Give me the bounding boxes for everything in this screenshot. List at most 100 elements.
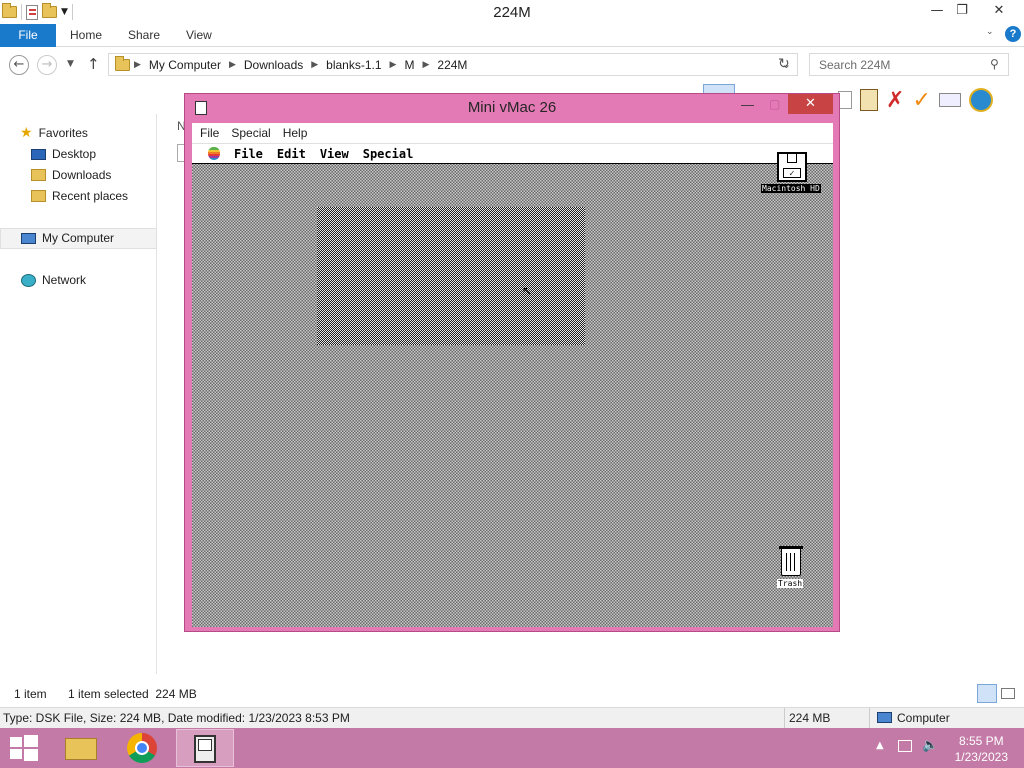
mac-menu-special[interactable]: Special bbox=[363, 147, 414, 161]
show-hidden-icons[interactable]: ▲ bbox=[876, 740, 884, 751]
document-icon[interactable] bbox=[838, 91, 852, 109]
delete-icon[interactable]: ✗ bbox=[886, 88, 904, 113]
nav-network[interactable]: Network bbox=[21, 273, 86, 287]
file-explorer-icon bbox=[65, 738, 97, 760]
recent-places-icon bbox=[31, 190, 46, 202]
clock-date: 1/23/2023 bbox=[954, 750, 1008, 764]
tab-file[interactable]: File bbox=[0, 24, 56, 47]
mac-menu-file[interactable]: File bbox=[234, 147, 263, 161]
taskbar-chrome[interactable] bbox=[114, 729, 172, 767]
back-button[interactable]: ← bbox=[9, 55, 29, 75]
tab-view[interactable]: View bbox=[186, 24, 212, 47]
details-view-icon[interactable] bbox=[977, 684, 997, 703]
restore-button[interactable]: ❐ bbox=[947, 0, 977, 22]
details-bar: Type: DSK File, Size: 224 MB, Date modif… bbox=[0, 707, 1024, 728]
rename-icon[interactable] bbox=[938, 93, 961, 107]
taskbar-explorer[interactable] bbox=[53, 729, 111, 767]
mac-menu-view[interactable]: View bbox=[320, 147, 349, 161]
chevron-right-icon[interactable]: ▶ bbox=[130, 60, 145, 70]
vmac-menu-help[interactable]: Help bbox=[283, 126, 308, 140]
mac-window-opening[interactable] bbox=[317, 207, 585, 345]
nav-desktop[interactable]: Desktop bbox=[31, 147, 96, 161]
trash-label[interactable]: Trash bbox=[777, 579, 804, 588]
expand-ribbon-icon[interactable]: ⌄ bbox=[986, 27, 994, 37]
globe-icon[interactable] bbox=[968, 88, 993, 112]
size-info: 224 MB bbox=[789, 711, 831, 725]
vmac-minimize-button[interactable]: — bbox=[741, 97, 754, 112]
nav-favorites-label: Favorites bbox=[38, 126, 88, 140]
crumb-my-computer[interactable]: My Computer bbox=[145, 58, 225, 72]
location-folder-icon bbox=[115, 55, 130, 71]
apple-icon[interactable] bbox=[208, 147, 220, 160]
nav-favorites[interactable]: ★ Favorites bbox=[20, 125, 88, 141]
win-pane bbox=[24, 749, 38, 761]
refresh-icon[interactable]: ↻ bbox=[778, 56, 790, 72]
crumb-224m[interactable]: 224M bbox=[433, 58, 471, 72]
nav-downloads[interactable]: Downloads bbox=[31, 168, 111, 182]
forward-button[interactable]: → bbox=[37, 55, 57, 75]
computer-icon bbox=[21, 232, 36, 244]
crumb-downloads[interactable]: Downloads bbox=[240, 58, 307, 72]
start-windows-icon[interactable] bbox=[10, 735, 38, 761]
vmac-menu-file[interactable]: File bbox=[200, 126, 219, 140]
search-input[interactable]: Search 224M bbox=[809, 53, 1009, 76]
tab-share[interactable]: Share bbox=[128, 24, 160, 47]
desktop-icon bbox=[31, 148, 46, 160]
nav-computer-label: My Computer bbox=[42, 231, 115, 245]
status-bar: 1 item 1 item selected 224 MB bbox=[0, 684, 1024, 704]
win-pane bbox=[10, 737, 22, 747]
mini-vmac-window[interactable]: Mini vMac 26 — ▢ ✕ File Special Help Fil… bbox=[184, 93, 840, 632]
large-icons-view-icon[interactable] bbox=[1001, 688, 1015, 699]
clipboard-icon[interactable] bbox=[860, 89, 878, 111]
crumb-blanks[interactable]: blanks-1.1 bbox=[322, 58, 385, 72]
downloads-icon bbox=[31, 169, 46, 181]
chrome-icon bbox=[127, 733, 157, 763]
clock[interactable]: 8:55 PM 1/23/2023 bbox=[955, 733, 1008, 765]
recent-locations-icon[interactable]: ▼ bbox=[67, 59, 74, 69]
network-tray-icon[interactable] bbox=[898, 740, 912, 752]
up-button[interactable]: ↑ bbox=[87, 55, 100, 73]
chevron-right-icon[interactable]: ▶ bbox=[418, 60, 433, 70]
network-icon bbox=[21, 273, 36, 287]
mouse-cursor-icon: ↖ bbox=[522, 284, 533, 298]
star-icon: ★ bbox=[20, 125, 33, 141]
chevron-right-icon[interactable]: ▶ bbox=[307, 60, 322, 70]
computer-icon bbox=[877, 712, 892, 723]
nav-network-label: Network bbox=[42, 273, 87, 287]
nav-downloads-label: Downloads bbox=[52, 168, 112, 182]
selection-info: 1 item selected 224 MB bbox=[68, 687, 197, 701]
nav-desktop-label: Desktop bbox=[52, 147, 97, 161]
vmac-close-button[interactable]: ✕ bbox=[788, 94, 833, 114]
nav-recent-label: Recent places bbox=[52, 189, 129, 203]
vmac-menu-special[interactable]: Special bbox=[231, 126, 270, 140]
hard-disk-icon[interactable]: ✓ bbox=[777, 152, 807, 182]
item-count: 1 item bbox=[14, 687, 47, 701]
vmac-maximize-button[interactable]: ▢ bbox=[769, 97, 780, 111]
checkmark-icon[interactable]: ✓ bbox=[912, 88, 930, 113]
mac-desktop[interactable]: File Edit View Special ↖ ✓ Macintosh HD … bbox=[192, 144, 833, 627]
nav-recent-places[interactable]: Recent places bbox=[31, 189, 128, 203]
vmac-menubar: File Special Help bbox=[192, 123, 833, 144]
address-bar[interactable]: ▶ My Computer ▶ Downloads ▶ blanks-1.1 ▶… bbox=[108, 53, 798, 76]
chevron-right-icon[interactable]: ▶ bbox=[225, 60, 240, 70]
win-pane bbox=[10, 749, 22, 759]
nav-my-computer[interactable]: My Computer bbox=[21, 231, 114, 245]
taskbar-minivmac[interactable] bbox=[176, 729, 234, 767]
chevron-right-icon[interactable]: ▶ bbox=[386, 60, 401, 70]
divider bbox=[784, 708, 785, 728]
file-details: Type: DSK File, Size: 224 MB, Date modif… bbox=[3, 711, 350, 725]
close-button[interactable]: ✕ bbox=[984, 0, 1014, 22]
trash-icon[interactable] bbox=[779, 546, 803, 576]
divider bbox=[869, 708, 870, 728]
search-icon: ⚲ bbox=[990, 57, 999, 71]
hard-disk-label[interactable]: Macintosh HD bbox=[761, 184, 821, 193]
help-icon[interactable]: ? bbox=[1005, 26, 1021, 42]
tab-home[interactable]: Home bbox=[70, 24, 102, 47]
win-pane bbox=[24, 735, 38, 747]
zone-info: Computer bbox=[897, 711, 950, 725]
mac-menu-edit[interactable]: Edit bbox=[277, 147, 306, 161]
volume-icon[interactable]: 🔈 bbox=[922, 738, 938, 753]
window-title: 224M bbox=[493, 4, 531, 21]
crumb-m[interactable]: M bbox=[400, 58, 418, 72]
taskbar: ▲ 🔈 8:55 PM 1/23/2023 bbox=[0, 728, 1024, 768]
